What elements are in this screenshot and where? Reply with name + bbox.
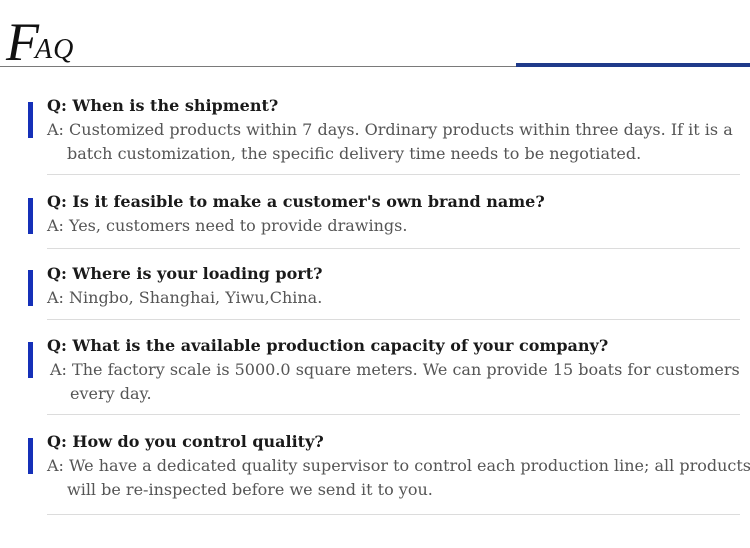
faq-question: Q: Is it feasible to make a customer's o… xyxy=(47,192,545,211)
faq-divider xyxy=(47,514,740,515)
header-accent-bar xyxy=(516,63,750,67)
faq-question: Q: What is the available production capa… xyxy=(47,336,609,355)
faq-answer: A: Customized products within 7 days. Or… xyxy=(47,120,733,163)
faq-answer: A: Ningbo, Shanghai, Yiwu,China. xyxy=(47,288,323,307)
faq-divider xyxy=(47,319,740,320)
page-title: FAQ xyxy=(6,14,74,70)
faq-answer: A: Yes, customers need to provide drawin… xyxy=(47,216,408,235)
faq-marker xyxy=(28,270,33,306)
faq-marker xyxy=(28,198,33,234)
title-rest: AQ xyxy=(35,34,75,65)
faq-answer: A: We have a dedicated quality superviso… xyxy=(47,456,750,499)
faq-question: Q: How do you control quality? xyxy=(47,432,324,451)
faq-divider xyxy=(47,414,740,415)
faq-answer: A: The factory scale is 5000.0 square me… xyxy=(50,360,740,403)
faq-marker xyxy=(28,342,33,378)
faq-marker xyxy=(28,102,33,138)
faq-question: Q: Where is your loading port? xyxy=(47,264,323,283)
faq-divider xyxy=(47,174,740,175)
faq-marker xyxy=(28,438,33,474)
faq-question: Q: When is the shipment? xyxy=(47,96,279,115)
faq-divider xyxy=(47,248,740,249)
